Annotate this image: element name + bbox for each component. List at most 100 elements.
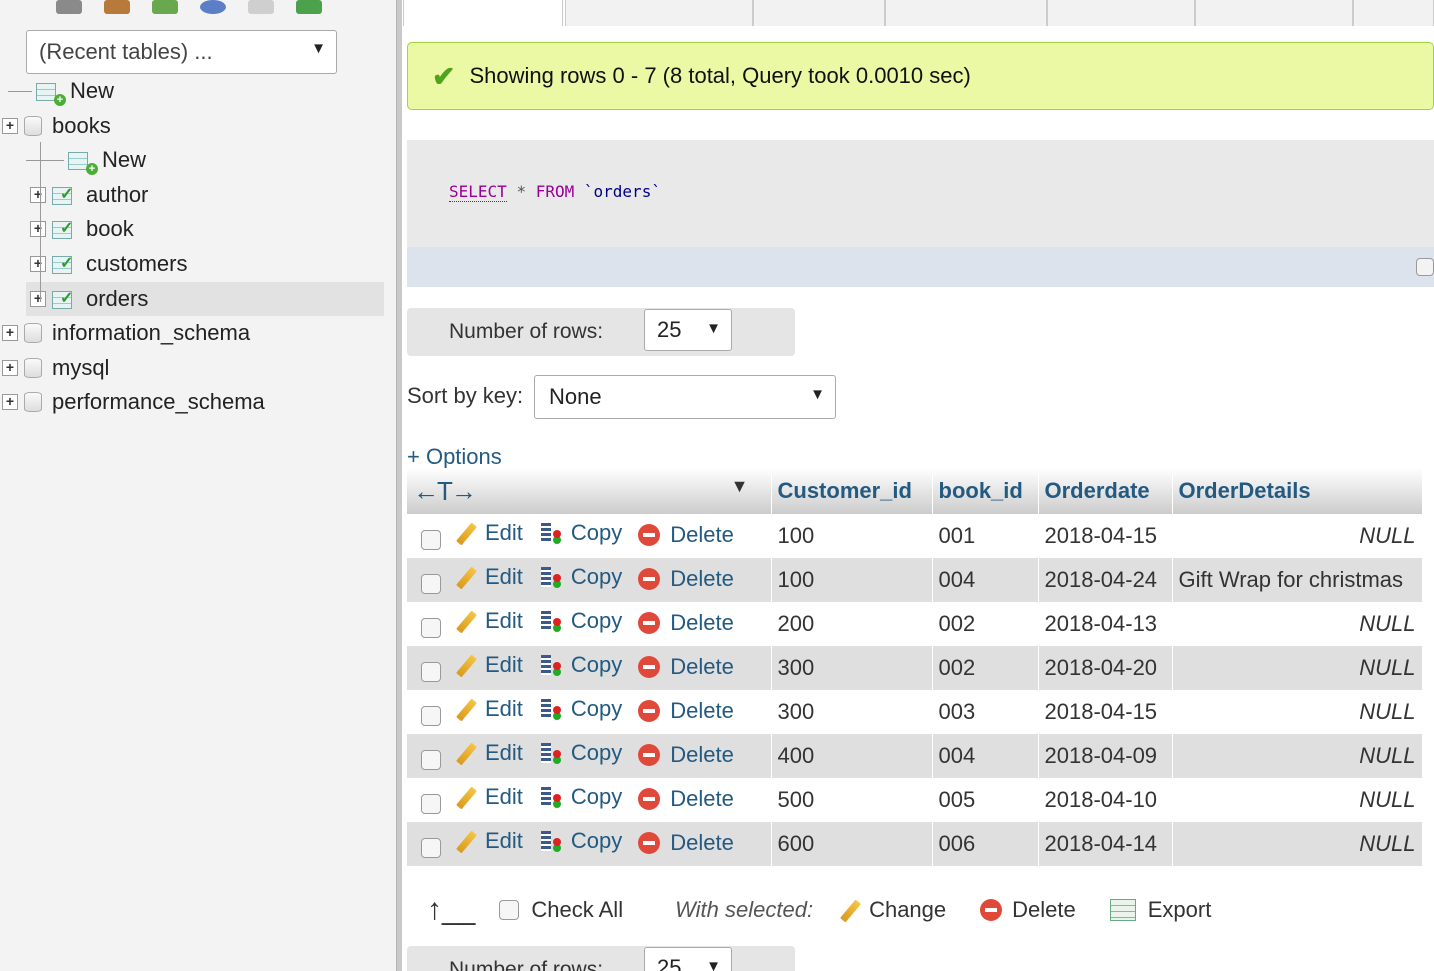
cell-orderdetails[interactable]: NULL [1172,822,1423,866]
cell-book-id[interactable]: 004 [932,734,1039,778]
delete-button[interactable]: Delete [638,742,734,768]
export-button[interactable]: Export [1109,897,1211,923]
number-of-rows-select[interactable]: 25 ▼ [644,309,732,351]
cell-customer-id[interactable]: 100 [771,514,933,558]
copy-button[interactable]: Copy [539,608,622,634]
sort-arrow-icon[interactable]: ▼ [731,476,749,497]
cell-book-id[interactable]: 003 [932,690,1039,734]
delete-button[interactable]: Delete [638,654,734,680]
edit-button[interactable]: Edit [453,828,523,854]
edit-button[interactable]: Edit [453,520,523,546]
row-checkbox[interactable] [421,794,441,815]
cell-orderdate[interactable]: 2018-04-10 [1038,778,1173,822]
cell-customer-id[interactable]: 600 [771,822,933,866]
tree-table[interactable]: + ✓ orders [26,281,384,316]
copy-button[interactable]: Copy [539,740,622,766]
tree-database[interactable]: + mysql [2,351,384,385]
row-checkbox[interactable] [421,662,441,683]
docs-icon[interactable] [200,0,226,14]
number-of-rows-select-bottom[interactable]: 25 ▼ [644,947,732,971]
tab-search[interactable] [885,0,1047,26]
tree-database[interactable]: + books [2,109,384,143]
edit-button[interactable]: Edit [453,608,523,634]
cell-book-id[interactable]: 006 [932,822,1039,866]
copy-button[interactable]: Copy [539,652,622,678]
column-header-customer-id[interactable]: Customer_id [771,468,933,514]
cell-customer-id[interactable]: 400 [771,734,933,778]
cell-orderdate[interactable]: 2018-04-14 [1038,822,1173,866]
tree-table[interactable]: + ✓ author [26,178,384,212]
home-icon[interactable] [56,0,82,14]
tree-table[interactable]: + ✓ book [26,212,384,246]
tree-new-item[interactable]: + New [8,74,384,108]
row-checkbox[interactable] [421,574,441,595]
cell-book-id[interactable]: 004 [932,558,1039,602]
panel-resizer[interactable] [396,0,402,971]
row-checkbox[interactable] [421,618,441,639]
cell-orderdate[interactable]: 2018-04-24 [1038,558,1173,602]
tree-item-label[interactable]: book [86,216,134,242]
delete-button[interactable]: Delete [638,698,734,724]
cell-orderdetails[interactable]: NULL [1172,602,1423,646]
cell-orderdate[interactable]: 2018-04-09 [1038,734,1173,778]
tree-item-label[interactable]: information_schema [52,320,250,346]
tab-export[interactable] [1195,0,1353,26]
row-checkbox[interactable] [421,750,441,771]
edit-button[interactable]: Edit [453,696,523,722]
reload-icon[interactable] [296,0,322,14]
delete-button[interactable]: Delete [638,786,734,812]
copy-button[interactable]: Copy [539,784,622,810]
tree-table[interactable]: + ✓ customers [26,247,384,281]
tree-item-label[interactable]: New [102,147,146,173]
column-resize-arrows-icon[interactable]: ←T→ [413,476,477,506]
expand-icon[interactable]: + [2,117,18,134]
check-all-checkbox[interactable] [499,900,520,920]
tree-item-label[interactable]: mysql [52,355,109,381]
cell-customer-id[interactable]: 100 [771,558,933,602]
sql-select-keyword[interactable]: SELECT [449,182,507,202]
tree-new-item[interactable]: + New [26,143,384,177]
cell-customer-id[interactable]: 300 [771,690,933,734]
cell-orderdate[interactable]: 2018-04-13 [1038,602,1173,646]
copy-button[interactable]: Copy [539,828,622,854]
change-button[interactable]: Change [837,897,946,923]
tree-item-label[interactable]: customers [86,251,187,277]
cell-orderdetails[interactable]: NULL [1172,734,1423,778]
row-checkbox[interactable] [421,706,441,727]
expand-icon[interactable]: + [2,359,18,376]
row-checkbox[interactable] [421,530,441,551]
column-header-orderdate[interactable]: Orderdate [1038,468,1173,514]
cell-orderdetails[interactable]: NULL [1172,514,1423,558]
edit-button[interactable]: Edit [453,740,523,766]
column-header-orderdetails[interactable]: OrderDetails [1172,468,1423,514]
copy-button[interactable]: Copy [539,696,622,722]
cell-orderdate[interactable]: 2018-04-15 [1038,690,1173,734]
delete-selected-button[interactable]: Delete [980,897,1076,923]
expand-icon[interactable]: + [30,290,46,307]
copy-button[interactable]: Copy [539,520,622,546]
expand-icon[interactable]: + [30,186,46,203]
tab-browse[interactable] [403,0,563,26]
recent-tables-select[interactable]: (Recent tables) ... ▼ [26,30,337,74]
cell-book-id[interactable]: 005 [932,778,1039,822]
delete-button[interactable]: Delete [638,610,734,636]
expand-icon[interactable]: + [2,394,18,411]
cell-orderdetails[interactable]: NULL [1172,646,1423,690]
profiling-checkbox[interactable] [1416,258,1434,276]
cell-book-id[interactable]: 002 [932,602,1039,646]
tree-item-label[interactable]: New [70,78,114,104]
edit-button[interactable]: Edit [453,564,523,590]
delete-button[interactable]: Delete [638,830,734,856]
edit-button[interactable]: Edit [453,652,523,678]
options-link[interactable]: + Options [407,444,502,470]
tree-item-label[interactable]: performance_schema [52,389,265,415]
expand-icon[interactable]: + [30,256,46,272]
tree-database[interactable]: + information_schema [2,316,384,350]
cell-customer-id[interactable]: 300 [771,646,933,690]
copy-button[interactable]: Copy [539,564,622,590]
cell-book-id[interactable]: 001 [932,514,1039,558]
cell-orderdetails[interactable]: NULL [1172,690,1423,734]
delete-button[interactable]: Delete [638,522,734,548]
cell-orderdetails[interactable]: NULL [1172,778,1423,822]
sort-by-key-select[interactable]: None ▼ [534,375,836,419]
